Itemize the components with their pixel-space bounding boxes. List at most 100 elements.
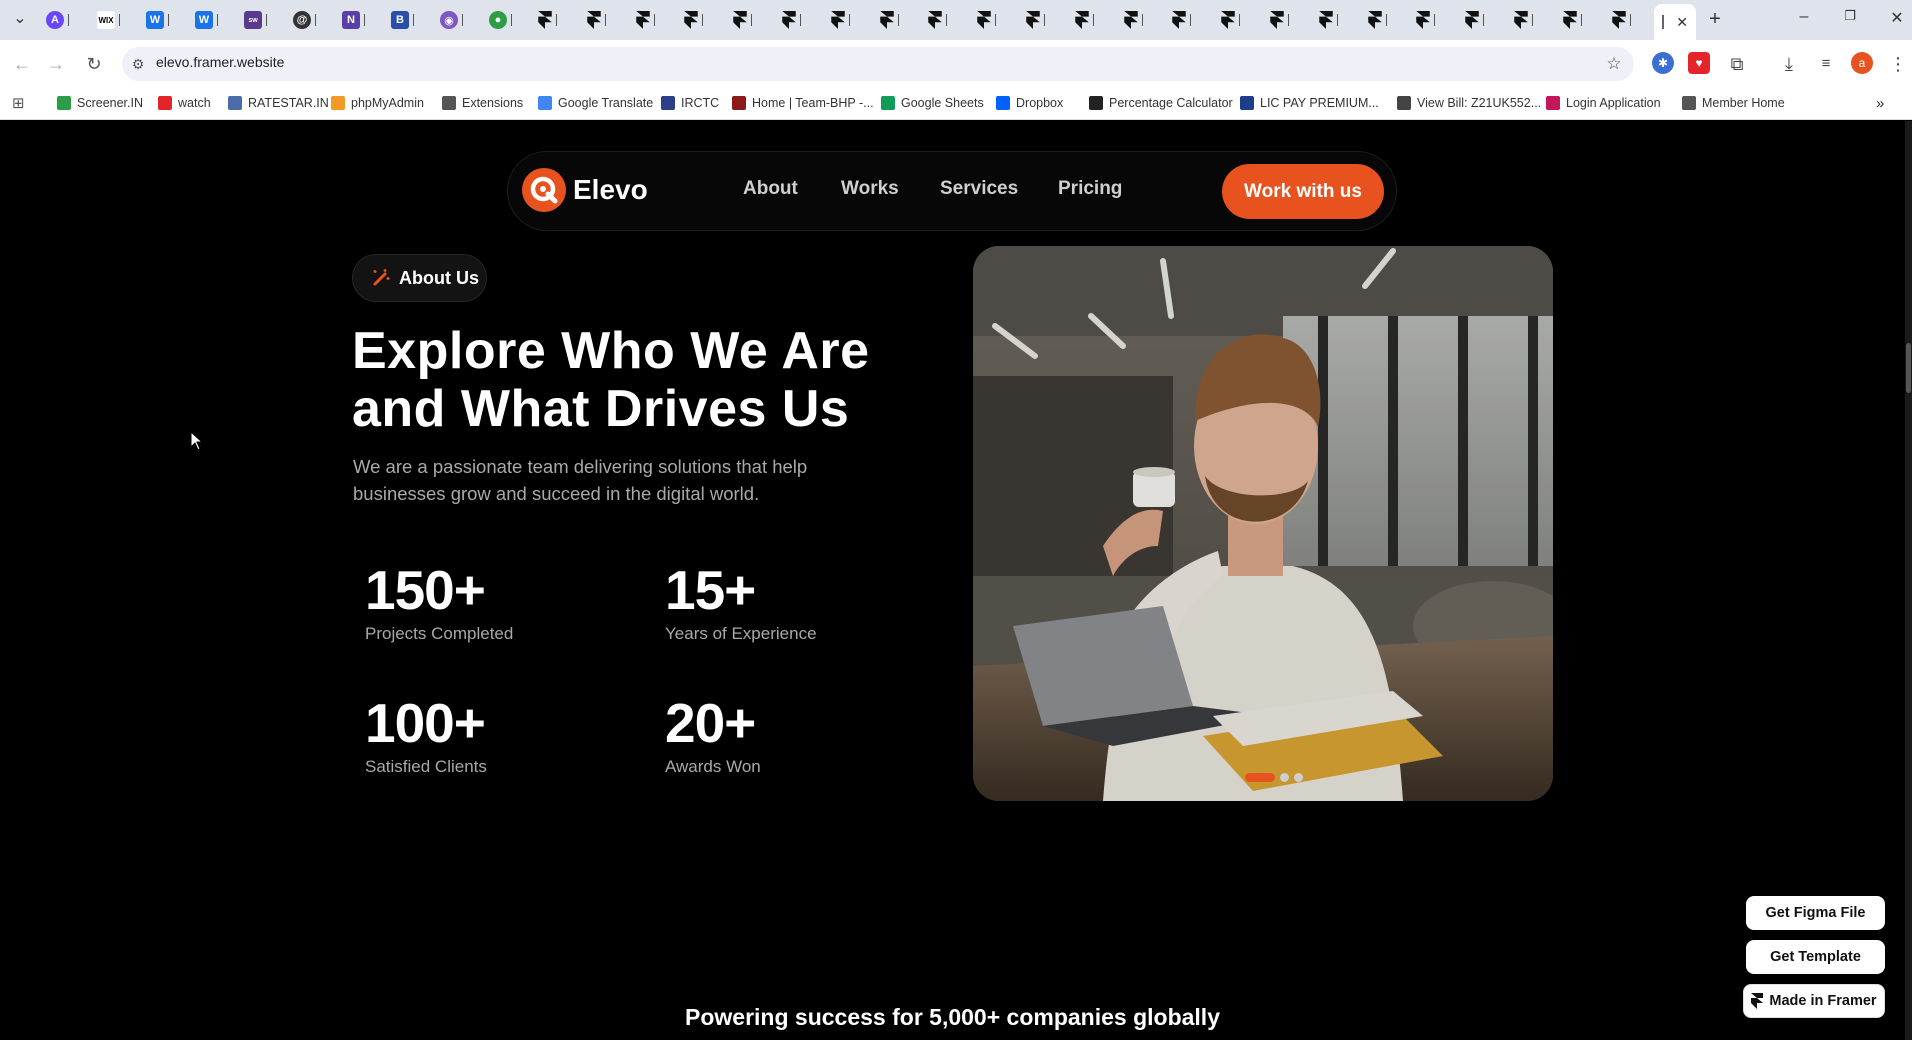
browser-tab[interactable] <box>874 8 920 32</box>
new-tab-button[interactable]: + <box>1703 8 1727 31</box>
browser-tab[interactable] <box>1166 8 1212 32</box>
nav-link-about[interactable]: About <box>743 178 798 200</box>
bookmark-label: Dropbox <box>1016 96 1064 110</box>
bookmark-item[interactable]: Login Application <box>1546 92 1661 114</box>
browser-tab[interactable] <box>1264 8 1310 32</box>
bookmark-item[interactable]: IRCTC <box>661 92 719 114</box>
bookmark-item[interactable]: Google Sheets <box>881 92 984 114</box>
framer-favicon-icon <box>1221 11 1235 29</box>
stat-projects: 150+ Projects Completed <box>365 560 513 644</box>
bookmark-star-icon[interactable]: ☆ <box>1602 52 1626 76</box>
extensions-puzzle-icon[interactable]: ⧉ <box>1725 52 1749 76</box>
bookmark-item[interactable]: Google Translate <box>538 92 653 114</box>
page-scrollbar[interactable] <box>1905 121 1912 1040</box>
work-with-us-button[interactable]: Work with us <box>1222 164 1384 219</box>
browser-tab[interactable] <box>922 8 968 32</box>
tab-search-icon[interactable]: ⌄ <box>8 8 32 28</box>
browser-tab[interactable] <box>1020 8 1066 32</box>
bookmark-favicon-icon <box>996 96 1010 110</box>
browser-tab[interactable] <box>630 8 676 32</box>
browser-tab[interactable] <box>1069 8 1115 32</box>
made-in-framer-badge[interactable]: Made in Framer <box>1743 984 1885 1018</box>
back-icon[interactable]: ← <box>10 52 34 76</box>
carousel-dot[interactable] <box>1294 773 1303 782</box>
download-icon[interactable]: ⤓ <box>1777 52 1801 76</box>
browser-tab[interactable] <box>1118 8 1164 32</box>
media-control-icon[interactable]: ≡ <box>1814 52 1838 76</box>
browser-tab[interactable]: sw <box>238 8 284 32</box>
browser-tab[interactable] <box>971 8 1017 32</box>
browser-tab[interactable] <box>1215 8 1261 32</box>
carousel-dot-active[interactable] <box>1245 773 1275 782</box>
bookmark-item[interactable]: watch <box>158 92 211 114</box>
browser-tab[interactable] <box>1606 8 1652 32</box>
bookmark-label: Google Translate <box>558 96 654 110</box>
browser-tab[interactable] <box>1313 8 1359 32</box>
browser-tab[interactable]: B <box>385 8 431 32</box>
stat-label: Awards Won <box>665 757 761 776</box>
forward-icon[interactable]: → <box>44 52 68 76</box>
close-window-button[interactable]: ✕ <box>1885 8 1909 28</box>
bookmark-favicon-icon <box>442 96 456 110</box>
scrollbar-thumb[interactable] <box>1906 343 1911 393</box>
browser-tab[interactable] <box>581 8 627 32</box>
browser-tab[interactable]: @ <box>287 8 333 32</box>
browser-tab[interactable]: ● <box>483 8 529 32</box>
restore-button[interactable]: ❐ <box>1838 8 1862 24</box>
elevo-logo-icon[interactable] <box>522 168 566 212</box>
framer-favicon-icon <box>1026 11 1040 29</box>
brand-name[interactable]: Elevo <box>573 174 648 206</box>
browser-tab[interactable]: N <box>336 8 382 32</box>
stat-label: Projects Completed <box>365 624 514 643</box>
browser-tab[interactable]: W <box>189 8 235 32</box>
active-browser-tab[interactable]: ✕ <box>1654 4 1696 40</box>
get-figma-file-button[interactable]: Get Figma File <box>1746 896 1885 930</box>
reload-icon[interactable]: ↻ <box>82 52 106 76</box>
shield-extension-icon[interactable]: ♥ <box>1688 52 1710 74</box>
framer-favicon-icon <box>1270 11 1284 29</box>
bookmark-item[interactable]: Screener.IN <box>57 92 143 114</box>
hero-headline-line-1: Explore Who We Are <box>352 322 870 380</box>
bookmark-item[interactable]: Home | Team-BHP -... <box>732 92 874 114</box>
browser-tab[interactable] <box>1410 8 1456 32</box>
browser-tab[interactable] <box>532 8 578 32</box>
get-template-button[interactable]: Get Template <box>1746 940 1885 974</box>
bookmark-item[interactable]: Member Home <box>1682 92 1785 114</box>
profile-avatar[interactable]: a <box>1851 52 1873 74</box>
browser-tab[interactable]: WIX <box>91 8 137 32</box>
browser-tab[interactable] <box>1459 8 1505 32</box>
extension-icon[interactable]: ✱ <box>1652 52 1674 74</box>
site-info-icon[interactable]: ⚙ <box>126 52 150 76</box>
browser-tab[interactable]: A <box>40 8 86 32</box>
nav-link-works[interactable]: Works <box>841 178 899 200</box>
nav-link-services[interactable]: Services <box>940 178 1018 200</box>
browser-tab[interactable] <box>776 8 822 32</box>
apps-grid-icon[interactable]: ⊞ <box>12 92 25 114</box>
browser-tab[interactable] <box>727 8 773 32</box>
framer-favicon-icon <box>1514 11 1528 29</box>
browser-tab[interactable] <box>1362 8 1408 32</box>
bookmark-favicon-icon <box>661 96 675 110</box>
browser-tab[interactable] <box>1557 8 1603 32</box>
bookmark-item[interactable]: Extensions <box>442 92 523 114</box>
url-text[interactable]: elevo.framer.website <box>156 54 284 70</box>
omnibox[interactable] <box>122 47 1634 81</box>
bookmark-item[interactable]: Dropbox <box>996 92 1063 114</box>
more-bookmarks-icon[interactable]: » <box>1876 92 1884 114</box>
bookmark-item[interactable]: phpMyAdmin <box>331 92 424 114</box>
browser-tab[interactable]: ◉ <box>434 8 480 32</box>
minimize-button[interactable]: – <box>1792 8 1816 26</box>
browser-tab[interactable] <box>678 8 724 32</box>
browser-tab[interactable]: W <box>140 8 186 32</box>
bookmark-item[interactable]: View Bill: Z21UK552... <box>1397 92 1541 114</box>
carousel-dot[interactable] <box>1280 773 1289 782</box>
nav-link-pricing[interactable]: Pricing <box>1058 178 1122 200</box>
browser-tab[interactable] <box>825 8 871 32</box>
tab-close-icon[interactable]: ✕ <box>1676 14 1688 31</box>
browser-menu-icon[interactable]: ⋮ <box>1886 52 1910 76</box>
bookmark-item[interactable]: Percentage Calculator <box>1089 92 1233 114</box>
browser-tab[interactable] <box>1508 8 1554 32</box>
bookmark-item[interactable]: RATESTAR.IN <box>228 92 329 114</box>
bookmark-item[interactable]: LIC PAY PREMIUM... <box>1240 92 1379 114</box>
bookmark-label: LIC PAY PREMIUM... <box>1260 96 1379 110</box>
